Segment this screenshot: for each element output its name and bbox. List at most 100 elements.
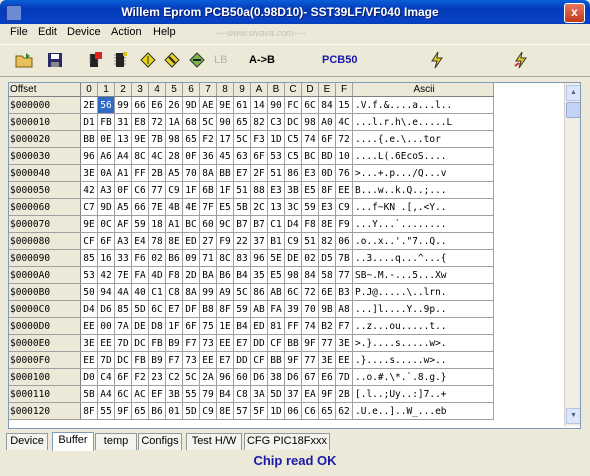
hex-cell[interactable]: 63 xyxy=(233,147,251,165)
hex-cell[interactable]: C1 xyxy=(148,283,166,301)
hex-cell[interactable]: 4D xyxy=(148,266,166,284)
hex-cell[interactable]: BB xyxy=(267,351,285,369)
hex-cell[interactable]: 6F xyxy=(97,232,115,250)
hex-cell[interactable]: DE xyxy=(284,249,302,267)
hex-cell[interactable]: B4 xyxy=(233,266,251,284)
hex-cell[interactable]: 9D xyxy=(182,96,200,114)
hex-cell[interactable]: 31 xyxy=(114,113,132,131)
hex-cell[interactable]: 6E xyxy=(318,283,336,301)
hex-cell[interactable]: 65 xyxy=(131,402,149,420)
tab-device[interactable]: Device xyxy=(6,433,48,450)
hex-cell[interactable]: C6 xyxy=(131,181,149,199)
hex-cell[interactable]: D8 xyxy=(148,317,166,335)
hex-cell[interactable]: E7 xyxy=(165,300,183,318)
hex-cell[interactable]: BC xyxy=(301,147,319,165)
hex-cell[interactable]: 70 xyxy=(301,300,319,318)
scroll-thumb[interactable] xyxy=(566,102,580,118)
hex-cell[interactable]: E3 xyxy=(301,164,319,182)
hex-cell[interactable]: 77 xyxy=(301,351,319,369)
hex-cell[interactable]: B6 xyxy=(165,249,183,267)
hex-cell[interactable]: 45 xyxy=(216,147,234,165)
hex-grid[interactable]: Offset 0 1 2 3 4 5 6 7 8 9 A B C D E F Ascii $000000 2E 56… xyxy=(9,83,564,426)
hex-cell[interactable]: 4A xyxy=(114,283,132,301)
hex-cell[interactable]: 66 xyxy=(131,198,149,216)
hex-cell[interactable]: B4 xyxy=(233,317,251,335)
hex-cell[interactable]: 2F xyxy=(250,164,268,182)
hex-cell[interactable]: 09 xyxy=(182,249,200,267)
hex-cell[interactable]: 8E xyxy=(216,402,234,420)
hex-cell[interactable]: E7 xyxy=(216,351,234,369)
hex-cell[interactable]: 4C xyxy=(335,113,353,131)
hex-cell[interactable]: 59 xyxy=(301,198,319,216)
hex-cell[interactable]: 1D xyxy=(267,130,285,148)
hex-cell[interactable]: B8 xyxy=(199,300,217,318)
hex-cell[interactable]: B6 xyxy=(216,266,234,284)
hex-cell[interactable]: F9 xyxy=(335,215,353,233)
hex-cell[interactable]: C6 xyxy=(301,402,319,420)
hex-cell[interactable]: 37 xyxy=(284,385,302,403)
hex-cell[interactable]: A3 xyxy=(97,181,115,199)
hex-cell[interactable]: 6F xyxy=(318,130,336,148)
hex-cell[interactable]: 94 xyxy=(97,283,115,301)
hex-cell[interactable]: B7 xyxy=(233,215,251,233)
hex-cell[interactable]: ED xyxy=(250,317,268,335)
hex-cell[interactable]: 5C xyxy=(182,368,200,386)
hex-cell[interactable]: AB xyxy=(267,283,285,301)
hex-cell[interactable]: EE xyxy=(335,351,353,369)
hex-cell[interactable]: 86 xyxy=(250,283,268,301)
hex-cell[interactable]: 42 xyxy=(80,181,98,199)
hex-cell[interactable]: C8 xyxy=(165,283,183,301)
read-chip-icon[interactable] xyxy=(86,51,104,69)
hex-cell[interactable]: 56 xyxy=(97,96,115,114)
hex-cell[interactable]: 8E xyxy=(318,215,336,233)
hex-cell[interactable]: 0F xyxy=(114,181,132,199)
ascii-cell[interactable]: ....L(.6EcoS.... xyxy=(352,147,494,165)
hex-cell[interactable]: EE xyxy=(80,317,98,335)
hex-cell[interactable]: 36 xyxy=(199,147,217,165)
hex-cell[interactable]: EA xyxy=(301,385,319,403)
hex-cell[interactable]: 2E xyxy=(80,96,98,114)
ab-button[interactable]: A->B xyxy=(249,54,275,66)
hex-cell[interactable]: C1 xyxy=(267,215,285,233)
hex-cell[interactable]: EE xyxy=(80,351,98,369)
hex-cell[interactable]: 8A xyxy=(182,283,200,301)
hex-cell[interactable]: E8 xyxy=(131,113,149,131)
hex-cell[interactable]: 61 xyxy=(233,96,251,114)
hex-cell[interactable]: 7F xyxy=(199,198,217,216)
hex-cell[interactable]: CF xyxy=(80,232,98,250)
hex-cell[interactable]: 99 xyxy=(114,96,132,114)
hex-cell[interactable]: 67 xyxy=(301,368,319,386)
hex-cell[interactable]: 3A xyxy=(250,385,268,403)
hex-cell[interactable]: D1 xyxy=(80,113,98,131)
hex-cell[interactable]: 9F xyxy=(284,351,302,369)
lightning-icon-2[interactable] xyxy=(512,51,530,69)
ascii-cell[interactable]: SB~.M.-...5...Xw xyxy=(352,266,494,284)
hex-cell[interactable]: 74 xyxy=(301,130,319,148)
hex-cell[interactable]: 22 xyxy=(233,232,251,250)
hex-cell[interactable]: 0E xyxy=(97,130,115,148)
hex-cell[interactable]: AF xyxy=(114,215,132,233)
hex-cell[interactable]: 5E xyxy=(267,249,285,267)
close-button[interactable]: x xyxy=(564,3,585,23)
hex-cell[interactable]: 3B xyxy=(165,385,183,403)
hex-cell[interactable]: 3C xyxy=(284,198,302,216)
hex-cell[interactable]: FC xyxy=(284,96,302,114)
hex-cell[interactable]: 10 xyxy=(335,147,353,165)
hex-cell[interactable]: 0C xyxy=(97,215,115,233)
tab-cfg-pic18[interactable]: CFG PIC18Fxxx xyxy=(244,433,330,450)
lightning-icon[interactable] xyxy=(428,51,446,69)
hex-cell[interactable]: 6C xyxy=(148,300,166,318)
hex-cell[interactable]: 57 xyxy=(233,402,251,420)
hex-cell[interactable]: 72 xyxy=(301,283,319,301)
hex-cell[interactable]: E3 xyxy=(318,198,336,216)
hex-cell[interactable]: 7D xyxy=(114,334,132,352)
menu-file[interactable]: File xyxy=(10,26,28,38)
hex-cell[interactable]: C9 xyxy=(165,181,183,199)
hex-cell[interactable]: 70 xyxy=(182,164,200,182)
hex-cell[interactable]: A1 xyxy=(165,215,183,233)
open-folder-icon[interactable] xyxy=(15,51,33,69)
hex-cell[interactable]: 38 xyxy=(267,368,285,386)
hex-cell[interactable]: F7 xyxy=(165,351,183,369)
hex-cell[interactable]: 85 xyxy=(80,249,98,267)
hex-cell[interactable]: 6C xyxy=(301,96,319,114)
